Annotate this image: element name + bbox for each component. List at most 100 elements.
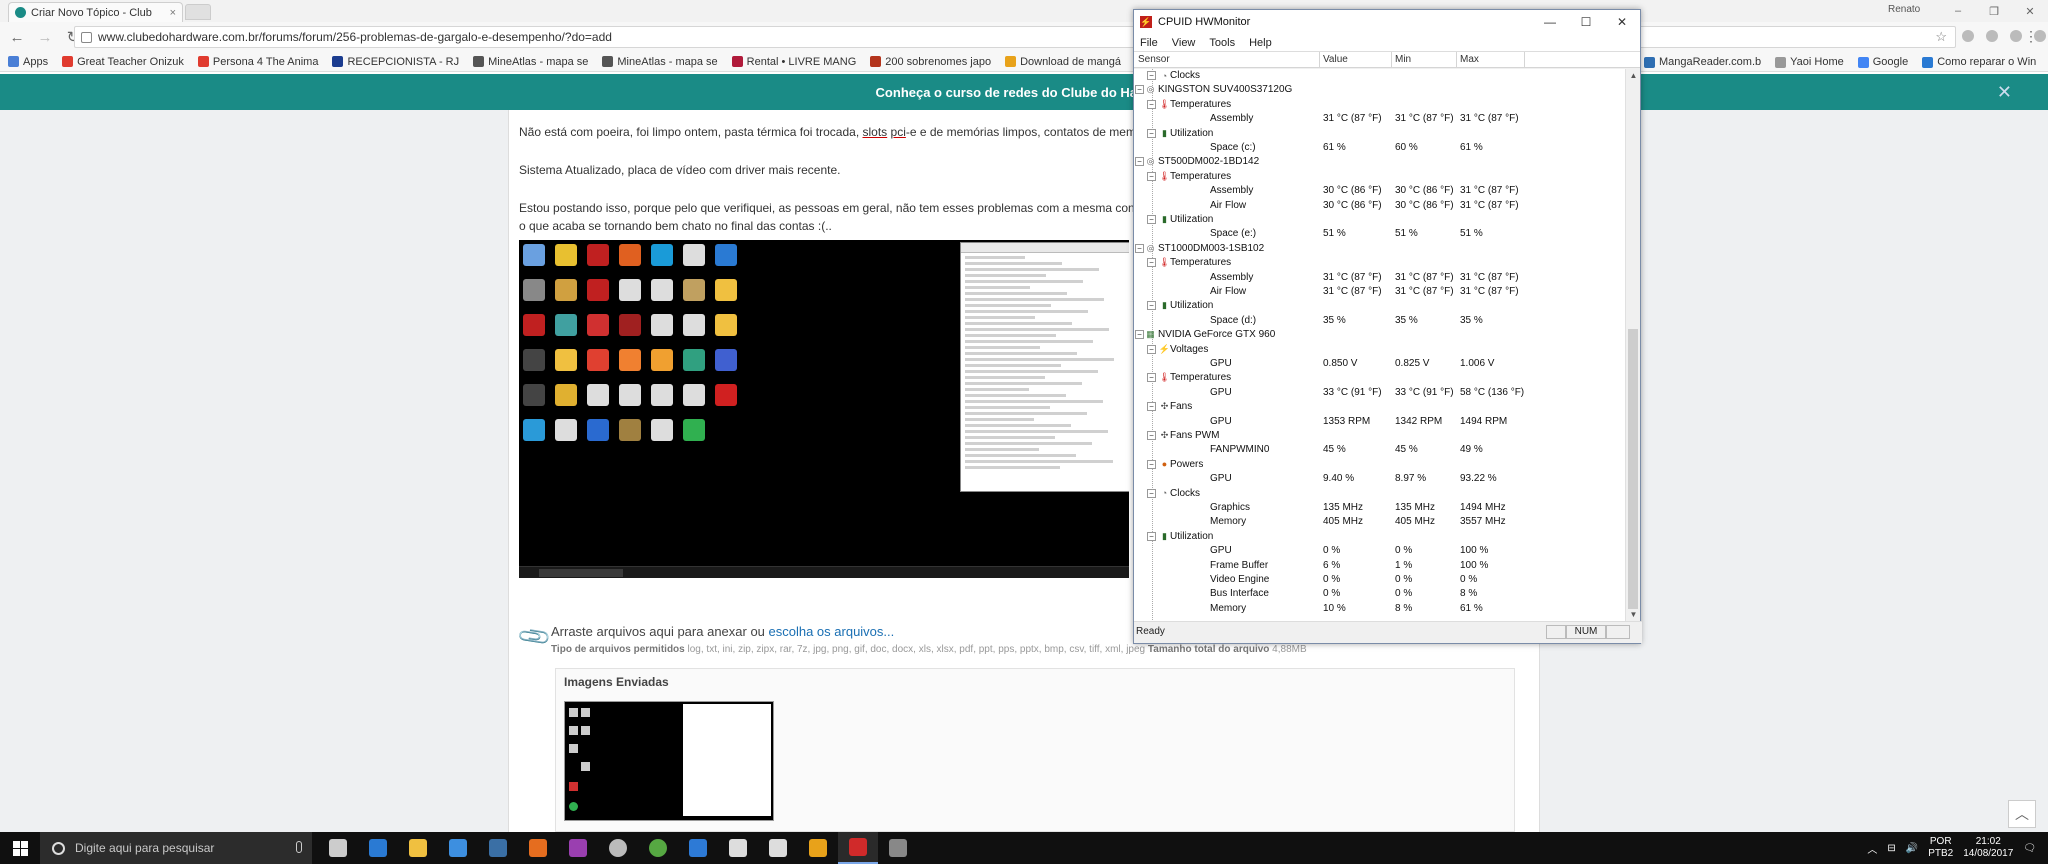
taskbar-app-button[interactable]	[638, 832, 678, 864]
tree-collapse-icon[interactable]: −	[1147, 128, 1156, 138]
browser-user-label[interactable]: Renato	[1888, 4, 1920, 15]
sensor-reading-row[interactable]: Memory 10 % 8 % 61 %	[1134, 602, 1626, 616]
address-bar[interactable]: www.clubedohardware.com.br/forums/forum/…	[74, 26, 1956, 48]
menu-tools[interactable]: Tools	[1209, 37, 1235, 49]
taskbar-app-button[interactable]	[518, 832, 558, 864]
taskbar-app-button[interactable]	[318, 832, 358, 864]
sensor-reading-row[interactable]: Air Flow 30 °C (86 °F) 30 °C (86 °F) 31 °C …	[1134, 199, 1626, 213]
taskbar-app-button[interactable]	[478, 832, 518, 864]
taskbar-clock[interactable]: 21:02 14/08/2017	[1963, 836, 2013, 860]
embedded-screenshot[interactable]	[519, 240, 1129, 578]
sensor-reading-row[interactable]: Space (e:) 51 % 51 % 51 %	[1134, 227, 1626, 241]
sensor-group-node[interactable]: − ▮ Utilization	[1134, 299, 1626, 313]
browser-tab[interactable]: Criar Novo Tópico - Club ×	[8, 2, 183, 22]
minimize-icon[interactable]: –	[1940, 0, 1976, 22]
tree-collapse-icon[interactable]: −	[1147, 215, 1156, 224]
tree-collapse-icon[interactable]: −	[1147, 459, 1156, 469]
tree-collapse-icon[interactable]: −	[1147, 99, 1156, 109]
banner-close-icon[interactable]: ✕	[1997, 82, 2012, 103]
bookmark-item[interactable]: 200 sobrenomes japo	[870, 56, 991, 68]
sensor-reading-row[interactable]: Bus Interface 0 % 0 % 8 %	[1134, 587, 1626, 601]
tree-collapse-icon[interactable]: −	[1147, 531, 1156, 541]
sensor-reading-row[interactable]: Frame Buffer 6 % 1 % 100 %	[1134, 559, 1626, 573]
scrollbar-thumb[interactable]	[1628, 329, 1638, 609]
maximize-icon[interactable]: ❐	[1976, 0, 2012, 22]
hwmonitor-scrollbar[interactable]: ▲ ▼	[1625, 69, 1640, 622]
post-line-1[interactable]: Não está com poeira, foi limpo ontem, pa…	[519, 125, 1136, 139]
sensor-group-node[interactable]: − ▮ Utilization	[1134, 127, 1626, 141]
bookmark-item[interactable]: RECEPCIONISTA - RJ	[332, 56, 459, 68]
device-node[interactable]: − ◎ ST1000DM003-1SB102	[1134, 242, 1626, 256]
page-info-icon[interactable]	[81, 31, 92, 43]
bookmark-item[interactable]: MangaReader.com.b	[1644, 56, 1761, 68]
sensor-reading-row[interactable]: Assembly 31 °C (87 °F) 31 °C (87 °F) 31 °C …	[1134, 112, 1626, 126]
tree-collapse-icon[interactable]: −	[1147, 71, 1156, 80]
sensor-reading-row[interactable]: Assembly 30 °C (86 °F) 30 °C (86 °F) 31 °C …	[1134, 184, 1626, 198]
close-icon[interactable]: ✕	[2012, 0, 2048, 22]
scroll-down-arrow-icon[interactable]: ▼	[1626, 608, 1641, 622]
sensor-group-node[interactable]: − 🌡 Temperatures	[1134, 98, 1626, 112]
tree-collapse-icon[interactable]: −	[1147, 171, 1156, 181]
minimize-icon[interactable]: —	[1532, 10, 1568, 34]
hwmonitor-titlebar[interactable]: ⚡ CPUID HWMonitor — ☐ ✕	[1134, 10, 1640, 34]
sensor-reading-row[interactable]: GPU 9.40 % 8.97 % 93.22 %	[1134, 472, 1626, 486]
sensor-reading-row[interactable]: GPU 0.850 V 0.825 V 1.006 V	[1134, 357, 1626, 371]
tab-close-icon[interactable]: ×	[170, 7, 176, 19]
close-icon[interactable]: ✕	[1604, 10, 1640, 34]
post-line-3[interactable]: Estou postando isso, porque pelo que ver…	[519, 201, 1135, 215]
device-node[interactable]: − ◎ ST500DM002-1BD142	[1134, 155, 1626, 169]
browser-menu-icon[interactable]: ⋮	[2024, 28, 2038, 45]
bookmark-item[interactable]: Como reparar o Win	[1922, 56, 2036, 68]
column-sensor[interactable]: Sensor	[1138, 54, 1170, 65]
sensor-reading-row[interactable]: GPU 1353 RPM 1342 RPM 1494 RPM	[1134, 415, 1626, 429]
bookmark-item[interactable]: Apps	[8, 56, 48, 68]
tree-collapse-icon[interactable]: −	[1147, 373, 1156, 383]
column-max[interactable]: Max	[1460, 54, 1479, 65]
hwmonitor-sensor-tree[interactable]: − ◔ Clocks − ◎ KINGSTON SUV400S37120G − 🌡 Temper…	[1134, 69, 1626, 622]
sensor-group-node[interactable]: − ◔ Clocks	[1134, 487, 1626, 501]
tree-collapse-icon[interactable]: −	[1135, 85, 1144, 95]
microphone-icon[interactable]	[296, 841, 302, 853]
new-tab-button[interactable]	[185, 4, 211, 20]
tree-collapse-icon[interactable]: −	[1147, 402, 1156, 412]
device-node[interactable]: − ▦ NVIDIA GeForce GTX 960	[1134, 328, 1626, 342]
taskbar-app-button[interactable]	[798, 832, 838, 864]
bookmark-item[interactable]: Rental • LIVRE MANG	[731, 56, 856, 68]
sensor-group-node[interactable]: − ▮ Utilization	[1134, 213, 1626, 227]
taskbar-app-button[interactable]	[398, 832, 438, 864]
start-button[interactable]	[0, 832, 40, 864]
sensor-group-node[interactable]: − 🌡 Temperatures	[1134, 371, 1626, 385]
sensor-group-node[interactable]: − ● Powers	[1134, 458, 1626, 472]
uploaded-image-thumbnail[interactable]	[564, 701, 774, 821]
sensor-reading-row[interactable]: Video Engine 0 % 0 % 0 %	[1134, 573, 1626, 587]
taskbar-app-button[interactable]	[718, 832, 758, 864]
sensor-group-node[interactable]: − 🌡 Temperatures	[1134, 256, 1626, 270]
taskbar-app-button[interactable]	[558, 832, 598, 864]
post-line-2[interactable]: Sistema Atualizado, placa de vídeo com d…	[519, 163, 841, 177]
sensor-reading-row[interactable]: Graphics 135 MHz 135 MHz 1494 MHz	[1134, 501, 1626, 515]
column-value[interactable]: Value	[1323, 54, 1348, 65]
tree-collapse-icon[interactable]: −	[1135, 243, 1144, 253]
volume-icon[interactable]: 🔊	[1906, 843, 1918, 854]
bookmark-item[interactable]: Persona 4 The Anima	[197, 56, 318, 68]
promo-banner[interactable]: Conheça o curso de redes do Clube do Har…	[0, 74, 2048, 110]
sensor-group-node[interactable]: − 🌡 Temperatures	[1134, 170, 1626, 184]
sensor-reading-row[interactable]: Memory 405 MHz 405 MHz 3557 MHz	[1134, 515, 1626, 529]
tree-collapse-icon[interactable]: −	[1135, 330, 1144, 340]
tree-collapse-icon[interactable]: −	[1147, 301, 1156, 311]
column-min[interactable]: Min	[1395, 54, 1411, 65]
taskbar-search[interactable]: Digite aqui para pesquisar	[40, 832, 312, 864]
taskbar-app-button[interactable]	[438, 832, 478, 864]
sensor-reading-row[interactable]: Assembly 31 °C (87 °F) 31 °C (87 °F) 31 °C …	[1134, 271, 1626, 285]
taskbar-app-button[interactable]	[598, 832, 638, 864]
taskbar-app-button[interactable]	[758, 832, 798, 864]
tree-collapse-icon[interactable]: −	[1135, 157, 1144, 167]
menu-help[interactable]: Help	[1249, 37, 1272, 49]
maximize-icon[interactable]: ☐	[1568, 10, 1604, 34]
sensor-group-node[interactable]: − ▮ Utilization	[1134, 530, 1626, 544]
tree-collapse-icon[interactable]: −	[1147, 431, 1156, 440]
sensor-reading-row[interactable]: Air Flow 31 °C (87 °F) 31 °C (87 °F) 31 °C …	[1134, 285, 1626, 299]
bookmark-item[interactable]: Great Teacher Onizuk	[62, 56, 184, 68]
choose-files-link[interactable]: escolha os arquivos...	[769, 624, 895, 639]
extension-icon[interactable]	[1986, 30, 1998, 42]
